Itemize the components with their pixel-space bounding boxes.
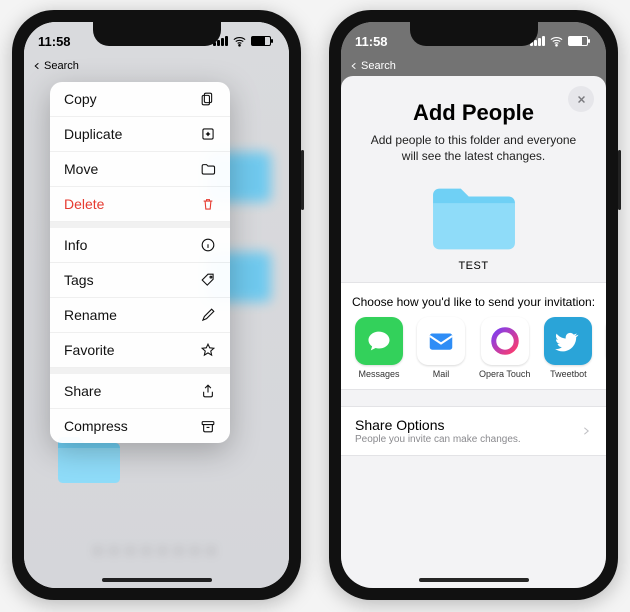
- share-icon: [200, 383, 216, 399]
- context-menu: Copy Duplicate Move Delete Info Tags Rename Fav…: [50, 82, 230, 443]
- sheet-title: Add People: [357, 100, 590, 126]
- share-app-operatouch[interactable]: Opera Touch: [479, 317, 530, 379]
- breadcrumb-back[interactable]: Search: [341, 60, 606, 74]
- share-options-subtitle: People you invite can make changes.: [355, 434, 521, 445]
- menu-item-label: Delete: [64, 196, 104, 212]
- breadcrumb-back[interactable]: Search: [24, 60, 289, 74]
- wifi-icon: [232, 34, 247, 49]
- star-icon: [200, 342, 216, 358]
- menu-item-label: Rename: [64, 307, 117, 323]
- menu-item-label: Move: [64, 161, 98, 177]
- breadcrumb-label: Search: [361, 60, 396, 72]
- menu-item-label: Tags: [64, 272, 94, 288]
- notch: [93, 22, 221, 46]
- trash-icon: [200, 196, 216, 212]
- chevron-left-icon: [349, 61, 359, 71]
- pencil-icon: [200, 307, 216, 323]
- app-label: Opera Touch: [479, 369, 530, 379]
- menu-item-label: Compress: [64, 418, 128, 434]
- chevron-right-icon: [580, 425, 592, 437]
- folder-name: TEST: [458, 260, 488, 272]
- bird-icon: [544, 317, 592, 365]
- breadcrumb-label: Search: [44, 60, 79, 72]
- battery-icon: [251, 36, 271, 46]
- phone-left: 11:58 Search Copy Duplicate Move Delete Info…: [12, 10, 301, 600]
- app-row[interactable]: Messages Mail Opera Touch Tweetbot: [341, 317, 606, 389]
- app-label: Messages: [358, 369, 399, 379]
- menu-item-info[interactable]: Info: [50, 222, 230, 263]
- home-indicator[interactable]: [419, 578, 529, 582]
- copy-icon: [200, 91, 216, 107]
- menu-item-label: Copy: [64, 91, 97, 107]
- archive-icon: [200, 418, 216, 434]
- blurred-toolbar: • • • • • • • •: [24, 543, 289, 558]
- menu-item-label: Info: [64, 237, 87, 253]
- menu-item-label: Share: [64, 383, 101, 399]
- menu-item-share[interactable]: Share: [50, 368, 230, 409]
- sheet-subtitle: Add people to this folder and everyone w…: [367, 132, 580, 164]
- menu-item-favorite[interactable]: Favorite: [50, 333, 230, 368]
- menu-item-compress[interactable]: Compress: [50, 409, 230, 443]
- share-app-messages[interactable]: Messages: [355, 317, 403, 379]
- menu-item-label: Duplicate: [64, 126, 122, 142]
- close-icon: [575, 93, 588, 106]
- wifi-icon: [549, 34, 564, 49]
- home-indicator[interactable]: [102, 578, 212, 582]
- battery-icon: [568, 36, 588, 46]
- share-app-tweetbot[interactable]: Tweetbot: [544, 317, 592, 379]
- info-icon: [200, 237, 216, 253]
- share-options-title: Share Options: [355, 417, 521, 433]
- menu-item-copy[interactable]: Copy: [50, 82, 230, 117]
- duplicate-icon: [200, 126, 216, 142]
- mail-icon: [417, 317, 465, 365]
- status-time: 11:58: [38, 34, 71, 49]
- menu-item-move[interactable]: Move: [50, 152, 230, 187]
- close-button[interactable]: [568, 86, 594, 112]
- menu-item-tags[interactable]: Tags: [50, 263, 230, 298]
- menu-item-duplicate[interactable]: Duplicate: [50, 117, 230, 152]
- notch: [410, 22, 538, 46]
- menu-item-rename[interactable]: Rename: [50, 298, 230, 333]
- share-options-row[interactable]: Share Options People you invite can make…: [341, 406, 606, 456]
- app-label: Tweetbot: [550, 369, 587, 379]
- invite-prompt: Choose how you'd like to send your invit…: [349, 295, 598, 309]
- chevron-left-icon: [32, 61, 42, 71]
- bubble-icon: [355, 317, 403, 365]
- share-app-mail[interactable]: Mail: [417, 317, 465, 379]
- shared-folder: TEST: [341, 182, 606, 272]
- status-time: 11:58: [355, 34, 388, 49]
- tag-icon: [200, 272, 216, 288]
- share-sheet: Add People Add people to this folder and…: [341, 76, 606, 588]
- folder-icon: [200, 161, 216, 177]
- menu-item-label: Favorite: [64, 342, 115, 358]
- phone-right: 11:58 Search Add People Add people to th…: [329, 10, 618, 600]
- folder-icon: [426, 182, 522, 256]
- app-label: Mail: [433, 369, 450, 379]
- opera-icon: [481, 317, 529, 365]
- menu-item-delete[interactable]: Delete: [50, 187, 230, 222]
